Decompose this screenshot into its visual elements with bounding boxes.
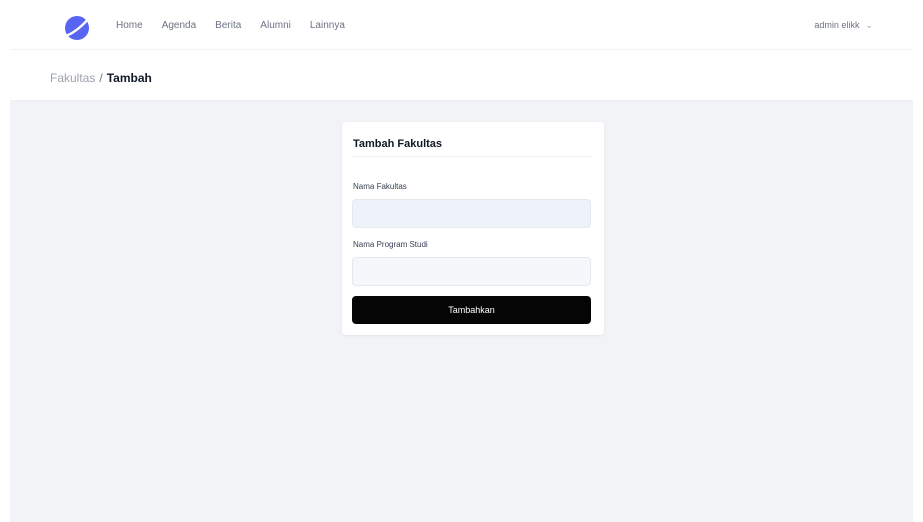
chevron-down-icon: ⌄ <box>865 19 873 30</box>
study-program-input[interactable] <box>352 257 591 286</box>
card-title: Tambah Fakultas <box>353 138 443 150</box>
breadcrumb-current: Tambah <box>106 71 152 85</box>
top-navbar: Home Agenda Berita Alumni Lainnya admin … <box>10 0 913 50</box>
nav-links: Home Agenda Berita Alumni Lainnya <box>116 0 364 50</box>
nav-berita-link[interactable]: Berita <box>215 20 241 31</box>
nav-home-link[interactable]: Home <box>116 20 143 31</box>
main-content: Tambah Fakultas Nama Fakultas Nama Progr… <box>10 101 913 522</box>
brand-logo-icon[interactable] <box>62 13 92 43</box>
user-menu[interactable]: admin elikk ⌄ <box>814 0 873 50</box>
nav-agenda-link[interactable]: Agenda <box>162 20 196 31</box>
breadcrumb: Fakultas / Tambah <box>50 71 152 85</box>
add-faculty-card: Tambah Fakultas Nama Fakultas Nama Progr… <box>342 122 604 335</box>
user-name: admin elikk <box>814 20 860 30</box>
nav-alumni-link[interactable]: Alumni <box>260 20 291 31</box>
study-program-label: Nama Program Studi <box>353 240 428 249</box>
breadcrumb-bar: Fakultas / Tambah <box>10 51 913 101</box>
card-divider <box>353 156 593 157</box>
nav-lainnya-link[interactable]: Lainnya <box>310 20 345 31</box>
submit-button[interactable]: Tambahkan <box>352 296 591 324</box>
breadcrumb-parent-link[interactable]: Fakultas <box>50 71 95 85</box>
faculty-name-input[interactable] <box>352 199 591 228</box>
breadcrumb-separator: / <box>99 71 103 85</box>
faculty-name-label: Nama Fakultas <box>353 182 407 191</box>
